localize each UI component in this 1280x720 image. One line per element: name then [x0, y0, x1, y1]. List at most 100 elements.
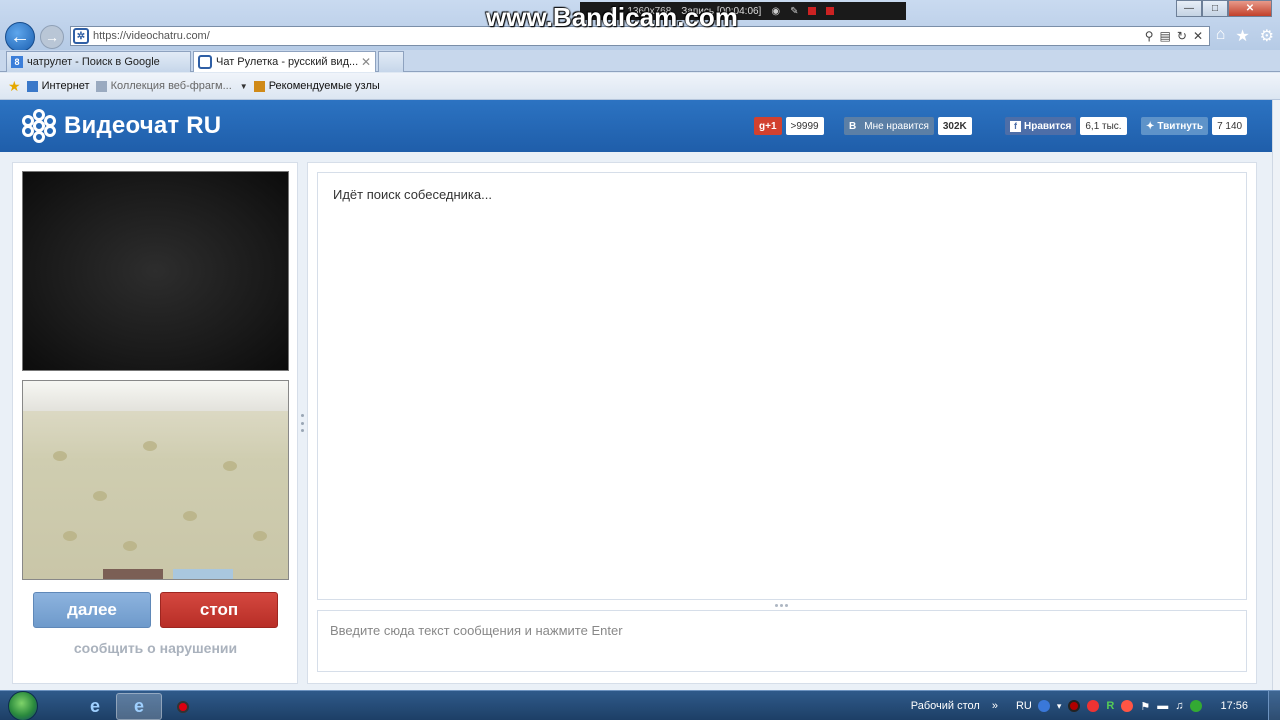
stop-button[interactable]: стоп — [160, 592, 278, 628]
internet-icon — [26, 80, 38, 92]
clock[interactable]: 17:56 — [1220, 700, 1248, 712]
next-button[interactable]: далее — [33, 592, 151, 628]
facebook-share[interactable]: f Нравится 6,1 тыс. — [1005, 117, 1127, 135]
forward-button[interactable]: → — [40, 25, 64, 49]
maximize-button[interactable]: □ — [1202, 0, 1228, 17]
back-button[interactable]: ← — [5, 22, 35, 52]
recorder-watermark: www.Bandicam.com — [486, 2, 738, 32]
collection-icon — [95, 80, 107, 92]
facebook-icon: f — [1010, 120, 1021, 132]
site-title[interactable]: Видеочат RU — [64, 112, 221, 140]
tweet-label: Твитнуть — [1157, 120, 1204, 132]
ie-icon: e — [89, 696, 100, 716]
double-chevron-icon[interactable]: » — [992, 700, 998, 712]
flag-icon[interactable]: ⚑ — [1140, 700, 1150, 713]
settings-gear-icon[interactable]: ⚙ — [1260, 26, 1274, 46]
bandicam-tray-icon[interactable] — [1068, 700, 1081, 712]
vk-label: Мне нравится — [864, 120, 929, 132]
arrow-left-icon: ← — [10, 25, 30, 48]
video-ceiling — [23, 381, 288, 411]
favorite-internet-label: Интернет — [41, 80, 90, 92]
favorite-recommended-label: Рекомендуемые узлы — [268, 80, 380, 92]
vk-share[interactable]: B Мне нравится 302K — [844, 117, 972, 135]
gplus-share[interactable]: g+1 >9999 — [754, 117, 824, 135]
taskbar-ie-pinned[interactable]: e — [72, 693, 118, 720]
chevron-down-icon[interactable]: ▼ — [240, 82, 248, 91]
volume-icon[interactable]: ♫ — [1175, 700, 1183, 712]
remote-video — [22, 171, 289, 371]
recorder-tray-icon[interactable] — [1087, 700, 1100, 712]
arrow-right-icon: → — [45, 29, 59, 45]
recorder-stop-icon[interactable] — [826, 7, 835, 15]
tab-strip: 8 чатрулет - Поиск в Google Чат Рулетка … — [0, 50, 1280, 72]
report-abuse-link[interactable]: сообщить о нарушении — [33, 640, 278, 656]
recorder-camera-icon[interactable]: ◉ — [771, 6, 780, 17]
facebook-label: Нравится — [1024, 120, 1072, 132]
gplus-count: >9999 — [785, 117, 824, 135]
show-desktop-button[interactable] — [1268, 691, 1280, 720]
tab-label: чатрулет - Поиск в Google — [27, 56, 160, 68]
update-icon[interactable] — [1190, 700, 1203, 712]
horizontal-splitter[interactable] — [775, 604, 788, 607]
minimize-button[interactable]: — — [1176, 0, 1202, 17]
tweet-button[interactable]: ✦ Твитнуть — [1141, 117, 1209, 135]
taskbar-bandicam[interactable] — [160, 693, 206, 720]
vk-count: 302K — [937, 117, 972, 135]
site-favicon-icon: ✲ — [73, 28, 89, 44]
tray-chevron-icon[interactable]: ▾ — [1057, 701, 1062, 712]
wallpaper-pattern — [53, 451, 67, 461]
home-icon[interactable]: ⌂ — [1216, 26, 1226, 46]
logo-icon[interactable] — [22, 109, 56, 143]
ie-icon: e — [133, 696, 144, 716]
wallpaper-pattern — [143, 441, 157, 451]
wallpaper-pattern — [63, 531, 77, 541]
compat-view-icon[interactable]: ▤ — [1160, 29, 1171, 43]
message-input[interactable] — [317, 610, 1247, 672]
taskbar-ie-window[interactable]: e — [116, 693, 162, 720]
network-icon[interactable]: ▬ — [1157, 700, 1168, 712]
vk-button[interactable]: B Мне нравится — [844, 117, 934, 135]
bing-icon — [253, 80, 265, 92]
k-tray-icon[interactable]: R — [1106, 700, 1114, 712]
favorites-star-icon[interactable]: ★ — [1235, 26, 1249, 46]
refresh-icon[interactable]: ↻ — [1177, 29, 1187, 43]
window-controls: — □ ✕ — [1176, 0, 1272, 17]
page-scrollbar[interactable] — [1272, 100, 1280, 690]
vk-icon: B — [849, 120, 857, 132]
close-window-button[interactable]: ✕ — [1228, 0, 1272, 17]
recorder-pencil-icon[interactable]: ✎ — [790, 6, 798, 17]
vertical-splitter[interactable] — [300, 414, 304, 432]
wallpaper-pattern — [253, 531, 267, 541]
gplus-button[interactable]: g+1 — [754, 117, 782, 135]
favorite-collection[interactable]: Коллекция веб-фрагм... ▼ — [95, 80, 248, 92]
wallpaper-pattern — [183, 511, 197, 521]
recorder-record-icon[interactable] — [808, 7, 817, 15]
search-icon[interactable]: ⚲ — [1145, 29, 1154, 43]
tab-google-search[interactable]: 8 чатрулет - Поиск в Google — [6, 51, 191, 72]
wallpaper-pattern — [93, 491, 107, 501]
video-furniture — [103, 569, 163, 579]
language-indicator[interactable]: RU — [1016, 700, 1032, 712]
taskbar: e e Рабочий стол » RU ▾ R ⚑ ▬ ♫ 17:56 — [0, 690, 1280, 720]
local-video — [22, 380, 289, 580]
wallpaper-pattern — [223, 461, 237, 471]
new-tab-button[interactable] — [378, 51, 404, 72]
twitter-share[interactable]: ✦ Твитнуть 7 140 — [1141, 117, 1248, 135]
facebook-like-button[interactable]: f Нравится — [1005, 117, 1077, 135]
google-favicon-icon: 8 — [11, 56, 23, 68]
antivirus-icon[interactable] — [1121, 700, 1134, 712]
video-furniture — [173, 569, 233, 579]
stop-icon[interactable]: ✕ — [1193, 29, 1203, 43]
record-icon — [177, 700, 189, 713]
site-favicon-icon — [198, 55, 212, 69]
desktop-toolbar-label[interactable]: Рабочий стол — [911, 700, 980, 712]
favorites-star-icon[interactable]: ★ — [8, 78, 21, 95]
favorite-internet[interactable]: Интернет — [26, 80, 90, 92]
favorite-recommended[interactable]: Рекомендуемые узлы — [253, 80, 380, 92]
start-button[interactable] — [8, 691, 38, 720]
tab-label: Чат Рулетка - русский вид... — [216, 56, 359, 68]
chat-status-text: Идёт поиск собеседника... — [333, 187, 492, 202]
tab-close-icon[interactable]: ✕ — [361, 55, 371, 69]
tab-videochat[interactable]: Чат Рулетка - русский вид... ✕ — [193, 51, 376, 72]
help-icon[interactable] — [1037, 700, 1050, 712]
